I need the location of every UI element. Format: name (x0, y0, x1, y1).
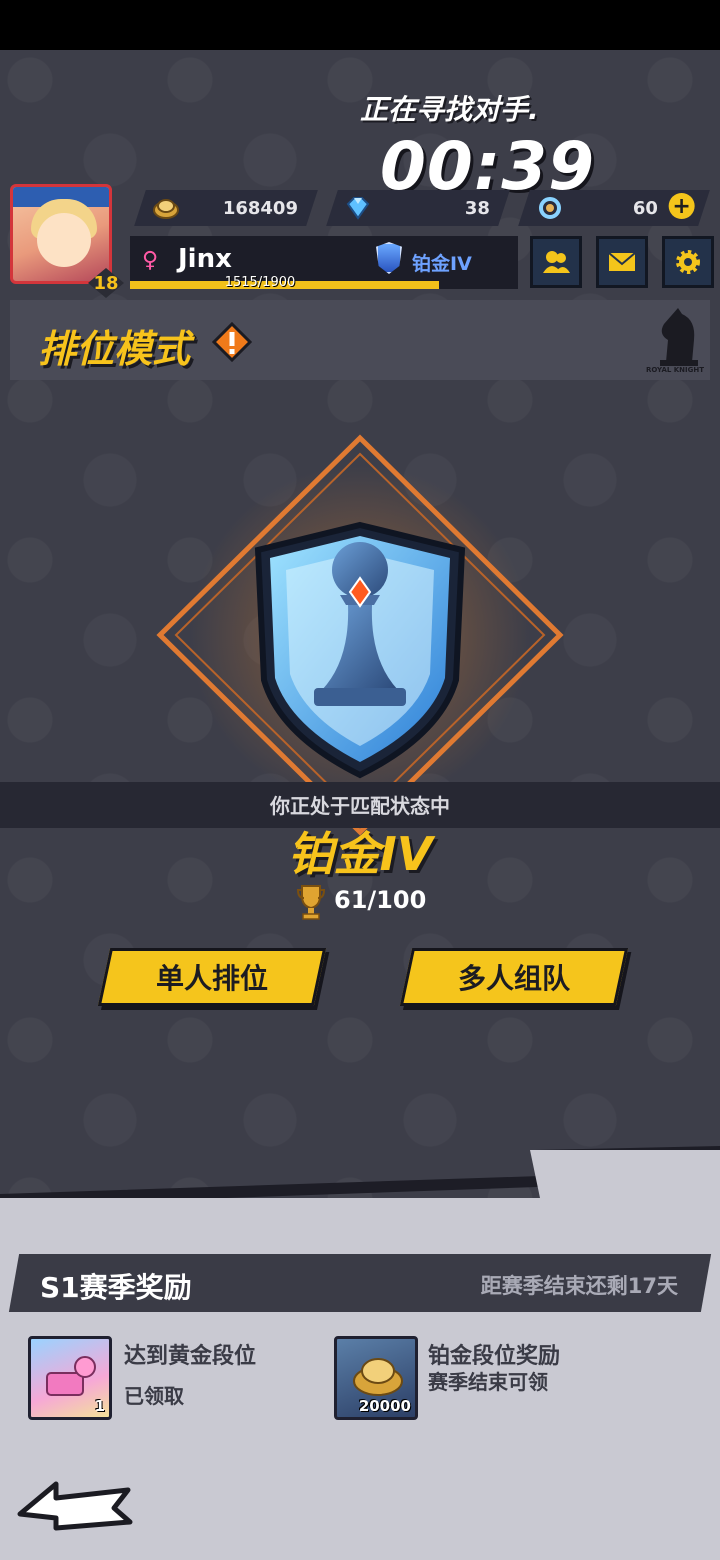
reward-status: 已领取 (124, 1384, 184, 1408)
mode-title: 排位模式 (38, 327, 191, 371)
diamond-icon (346, 197, 370, 220)
reward-item-icon (46, 1356, 96, 1396)
back-arrow-icon[interactable] (16, 1476, 134, 1534)
energy-ring-icon (539, 197, 561, 219)
season-remaining-time: 距赛季结束还剩17天 (480, 1274, 678, 1298)
status-bar (0, 0, 720, 50)
solo-ranked-label: 单人排位 (155, 962, 268, 995)
reward-quantity: 20000 (358, 1397, 411, 1415)
avatar-face (37, 213, 91, 267)
female-gender-icon: ♀ (142, 248, 159, 273)
mail-icon (608, 252, 636, 271)
xp-progress-text: 1515/1900 (224, 275, 296, 290)
diamond-value: 38 (464, 198, 490, 219)
gold-value: 168409 (222, 198, 298, 219)
current-rank-name: 铂金IV (287, 827, 433, 881)
settings-gear-icon (676, 250, 700, 274)
reward-status: 赛季结束可领 (428, 1370, 548, 1394)
resource-diamond[interactable]: 38 (326, 190, 510, 226)
reward-title: 达到黄金段位 (124, 1344, 257, 1369)
friends-icon (543, 251, 570, 273)
player-avatar[interactable] (10, 184, 112, 284)
gold-coin-icon (353, 1358, 403, 1396)
search-status-text: 正在寻找对手. (360, 93, 539, 126)
team-queue-button[interactable]: 多人组队 (399, 948, 629, 1006)
reward-quantity: 1 (94, 1397, 105, 1415)
settings-button[interactable] (662, 236, 714, 288)
royal-knight-logo-text: ROYAL KNIGHT (645, 366, 705, 374)
team-queue-label: 多人组队 (457, 962, 570, 995)
matching-status-text: 你正处于匹配状态中 (270, 794, 450, 818)
friends-button[interactable] (530, 236, 582, 288)
player-name[interactable]: Jinx (178, 244, 232, 274)
resource-energy[interactable]: 60 + (518, 190, 710, 226)
season-title: S1赛季奖励 (40, 1271, 192, 1304)
gold-coin-icon (153, 199, 179, 219)
warning-info-icon[interactable] (212, 322, 252, 362)
rank-points: 61/100 (334, 886, 427, 914)
energy-value: 60 (632, 198, 658, 219)
player-rank-label: 铂金IV (412, 253, 472, 275)
reward-gold-tier-card[interactable]: 1 (28, 1336, 112, 1420)
trophy-icon (296, 885, 326, 920)
resource-gold[interactable]: 168409 (134, 190, 318, 226)
solo-ranked-button[interactable]: 单人排位 (97, 948, 327, 1006)
reward-platinum-tier-card[interactable]: 20000 (334, 1336, 418, 1420)
mail-button[interactable] (596, 236, 648, 288)
add-energy-button[interactable]: + (668, 193, 695, 219)
